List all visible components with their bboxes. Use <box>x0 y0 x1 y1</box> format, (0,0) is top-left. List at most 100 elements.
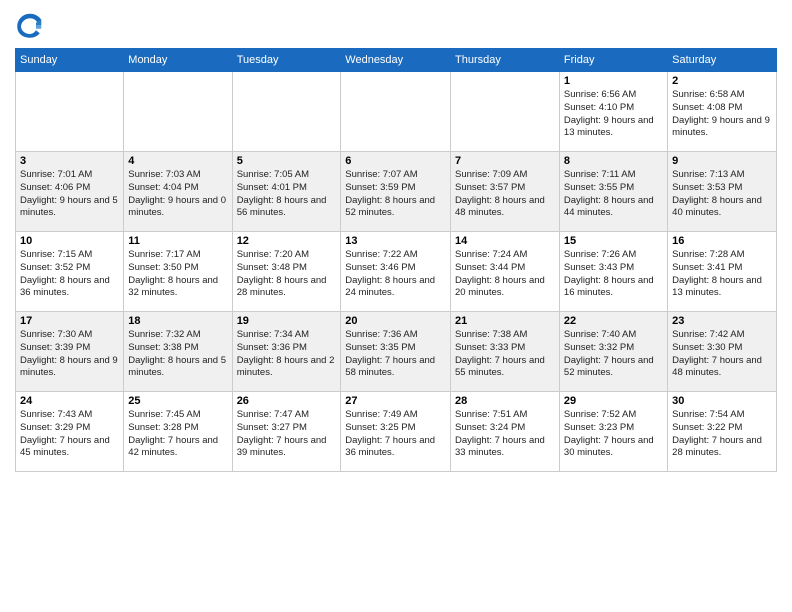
day-info: Sunrise: 7:52 AM Sunset: 3:23 PM Dayligh… <box>564 409 663 460</box>
calendar-day-cell: 5 Sunrise: 7:05 AM Sunset: 4:01 PM Daylig… <box>232 152 341 232</box>
day-number: 21 <box>455 315 555 327</box>
day-number: 14 <box>455 235 555 247</box>
calendar-day-cell: 6Sunrise: 7:07 AM Sunset: 3:59 PM Daylig… <box>341 152 451 232</box>
weekday-header: Wednesday <box>341 49 451 72</box>
day-info: Sunrise: 7:45 AM Sunset: 3:28 PM Dayligh… <box>128 409 227 460</box>
day-info: Sunrise: 7:32 AM Sunset: 3:38 PM Dayligh… <box>128 329 227 380</box>
day-number: 30 <box>672 395 772 407</box>
day-number: 12 <box>237 235 337 247</box>
calendar-day-cell: 11 Sunrise: 7:17 AM Sunset: 3:50 PM Dayli… <box>124 232 232 312</box>
calendar-day-cell: 10 Sunrise: 7:15 AM Sunset: 3:52 PM Dayli… <box>16 232 124 312</box>
day-number: 7 <box>455 155 555 167</box>
calendar-day-cell: 16 Sunrise: 7:28 AM Sunset: 3:41 PM Dayli… <box>668 232 777 312</box>
day-number: 23 <box>672 315 772 327</box>
calendar-day-cell: 28 Sunrise: 7:51 AM Sunset: 3:24 PM Dayli… <box>451 392 560 472</box>
weekday-header: Tuesday <box>232 49 341 72</box>
day-number: 5 <box>237 155 337 167</box>
day-number: 15 <box>564 235 663 247</box>
day-number: 27 <box>345 395 446 407</box>
calendar-week-row: 3 Sunrise: 7:01 AM Sunset: 4:06 PM Daylig… <box>16 152 777 232</box>
calendar-day-cell: 9 Sunrise: 7:13 AM Sunset: 3:53 PM Daylig… <box>668 152 777 232</box>
calendar-day-cell: 2 Sunrise: 6:58 AM Sunset: 4:08 PM Daylig… <box>668 72 777 152</box>
day-info: Sunrise: 7:38 AM Sunset: 3:33 PM Dayligh… <box>455 329 555 380</box>
day-number: 11 <box>128 235 227 247</box>
calendar-week-row: 24 Sunrise: 7:43 AM Sunset: 3:29 PM Dayli… <box>16 392 777 472</box>
day-info: Sunrise: 7:03 AM Sunset: 4:04 PM Dayligh… <box>128 169 227 220</box>
calendar-day-cell: 18 Sunrise: 7:32 AM Sunset: 3:38 PM Dayli… <box>124 312 232 392</box>
day-number: 29 <box>564 395 663 407</box>
calendar-day-cell <box>451 72 560 152</box>
day-info: Sunrise: 7:43 AM Sunset: 3:29 PM Dayligh… <box>20 409 119 460</box>
day-info: Sunrise: 7:40 AM Sunset: 3:32 PM Dayligh… <box>564 329 663 380</box>
day-info: Sunrise: 7:22 AM Sunset: 3:46 PM Dayligh… <box>345 249 446 300</box>
calendar-day-cell: 22 Sunrise: 7:40 AM Sunset: 3:32 PM Dayli… <box>559 312 667 392</box>
day-number: 6 <box>345 155 446 167</box>
day-number: 4 <box>128 155 227 167</box>
day-number: 28 <box>455 395 555 407</box>
calendar-day-cell: 23 Sunrise: 7:42 AM Sunset: 3:30 PM Dayli… <box>668 312 777 392</box>
calendar-day-cell: 19Sunrise: 7:34 AM Sunset: 3:36 PM Dayli… <box>232 312 341 392</box>
logo <box>15 10 49 40</box>
day-info: Sunrise: 7:30 AM Sunset: 3:39 PM Dayligh… <box>20 329 119 380</box>
day-number: 26 <box>237 395 337 407</box>
logo-icon <box>15 10 45 40</box>
weekday-header: Thursday <box>451 49 560 72</box>
calendar-day-cell: 1Sunrise: 6:56 AM Sunset: 4:10 PM Daylig… <box>559 72 667 152</box>
day-info: Sunrise: 7:26 AM Sunset: 3:43 PM Dayligh… <box>564 249 663 300</box>
day-info: Sunrise: 7:28 AM Sunset: 3:41 PM Dayligh… <box>672 249 772 300</box>
day-number: 2 <box>672 75 772 87</box>
calendar-day-cell: 21 Sunrise: 7:38 AM Sunset: 3:33 PM Dayli… <box>451 312 560 392</box>
day-info: Sunrise: 7:49 AM Sunset: 3:25 PM Dayligh… <box>345 409 446 460</box>
day-number: 16 <box>672 235 772 247</box>
day-info: Sunrise: 7:42 AM Sunset: 3:30 PM Dayligh… <box>672 329 772 380</box>
day-number: 10 <box>20 235 119 247</box>
day-info: Sunrise: 7:13 AM Sunset: 3:53 PM Dayligh… <box>672 169 772 220</box>
calendar-day-cell: 13Sunrise: 7:22 AM Sunset: 3:46 PM Dayli… <box>341 232 451 312</box>
calendar-day-cell: 30Sunrise: 7:54 AM Sunset: 3:22 PM Dayli… <box>668 392 777 472</box>
calendar-week-row: 10 Sunrise: 7:15 AM Sunset: 3:52 PM Dayli… <box>16 232 777 312</box>
day-number: 9 <box>672 155 772 167</box>
calendar-day-cell: 27 Sunrise: 7:49 AM Sunset: 3:25 PM Dayli… <box>341 392 451 472</box>
calendar-container: SundayMondayTuesdayWednesdayThursdayFrid… <box>0 0 792 612</box>
day-info: Sunrise: 7:15 AM Sunset: 3:52 PM Dayligh… <box>20 249 119 300</box>
weekday-header: Sunday <box>16 49 124 72</box>
calendar-day-cell: 20 Sunrise: 7:36 AM Sunset: 3:35 PM Dayli… <box>341 312 451 392</box>
weekday-header: Friday <box>559 49 667 72</box>
day-number: 3 <box>20 155 119 167</box>
calendar-day-cell: 26 Sunrise: 7:47 AM Sunset: 3:27 PM Dayli… <box>232 392 341 472</box>
day-info: Sunrise: 7:24 AM Sunset: 3:44 PM Dayligh… <box>455 249 555 300</box>
calendar-day-cell: 12 Sunrise: 7:20 AM Sunset: 3:48 PM Dayli… <box>232 232 341 312</box>
day-number: 24 <box>20 395 119 407</box>
calendar-day-cell: 17 Sunrise: 7:30 AM Sunset: 3:39 PM Dayli… <box>16 312 124 392</box>
calendar-week-row: 17 Sunrise: 7:30 AM Sunset: 3:39 PM Dayli… <box>16 312 777 392</box>
calendar-day-cell: 14 Sunrise: 7:24 AM Sunset: 3:44 PM Dayli… <box>451 232 560 312</box>
header <box>15 10 777 40</box>
day-info: Sunrise: 7:47 AM Sunset: 3:27 PM Dayligh… <box>237 409 337 460</box>
day-number: 18 <box>128 315 227 327</box>
day-info: Sunrise: 6:58 AM Sunset: 4:08 PM Dayligh… <box>672 89 772 140</box>
calendar-day-cell: 7 Sunrise: 7:09 AM Sunset: 3:57 PM Daylig… <box>451 152 560 232</box>
calendar-day-cell <box>232 72 341 152</box>
day-number: 25 <box>128 395 227 407</box>
calendar-day-cell <box>16 72 124 152</box>
calendar-day-cell: 25 Sunrise: 7:45 AM Sunset: 3:28 PM Dayli… <box>124 392 232 472</box>
day-number: 8 <box>564 155 663 167</box>
calendar-day-cell <box>124 72 232 152</box>
calendar-week-row: 1Sunrise: 6:56 AM Sunset: 4:10 PM Daylig… <box>16 72 777 152</box>
day-info: Sunrise: 7:36 AM Sunset: 3:35 PM Dayligh… <box>345 329 446 380</box>
day-number: 17 <box>20 315 119 327</box>
day-info: Sunrise: 7:01 AM Sunset: 4:06 PM Dayligh… <box>20 169 119 220</box>
day-info: Sunrise: 7:05 AM Sunset: 4:01 PM Dayligh… <box>237 169 337 220</box>
day-info: Sunrise: 7:09 AM Sunset: 3:57 PM Dayligh… <box>455 169 555 220</box>
day-info: Sunrise: 7:20 AM Sunset: 3:48 PM Dayligh… <box>237 249 337 300</box>
day-info: Sunrise: 7:17 AM Sunset: 3:50 PM Dayligh… <box>128 249 227 300</box>
calendar-day-cell: 4 Sunrise: 7:03 AM Sunset: 4:04 PM Daylig… <box>124 152 232 232</box>
day-number: 19 <box>237 315 337 327</box>
calendar-header: SundayMondayTuesdayWednesdayThursdayFrid… <box>16 49 777 72</box>
day-number: 20 <box>345 315 446 327</box>
day-info: Sunrise: 7:51 AM Sunset: 3:24 PM Dayligh… <box>455 409 555 460</box>
day-number: 22 <box>564 315 663 327</box>
weekday-header: Monday <box>124 49 232 72</box>
calendar-day-cell: 8Sunrise: 7:11 AM Sunset: 3:55 PM Daylig… <box>559 152 667 232</box>
calendar-day-cell: 29 Sunrise: 7:52 AM Sunset: 3:23 PM Dayli… <box>559 392 667 472</box>
